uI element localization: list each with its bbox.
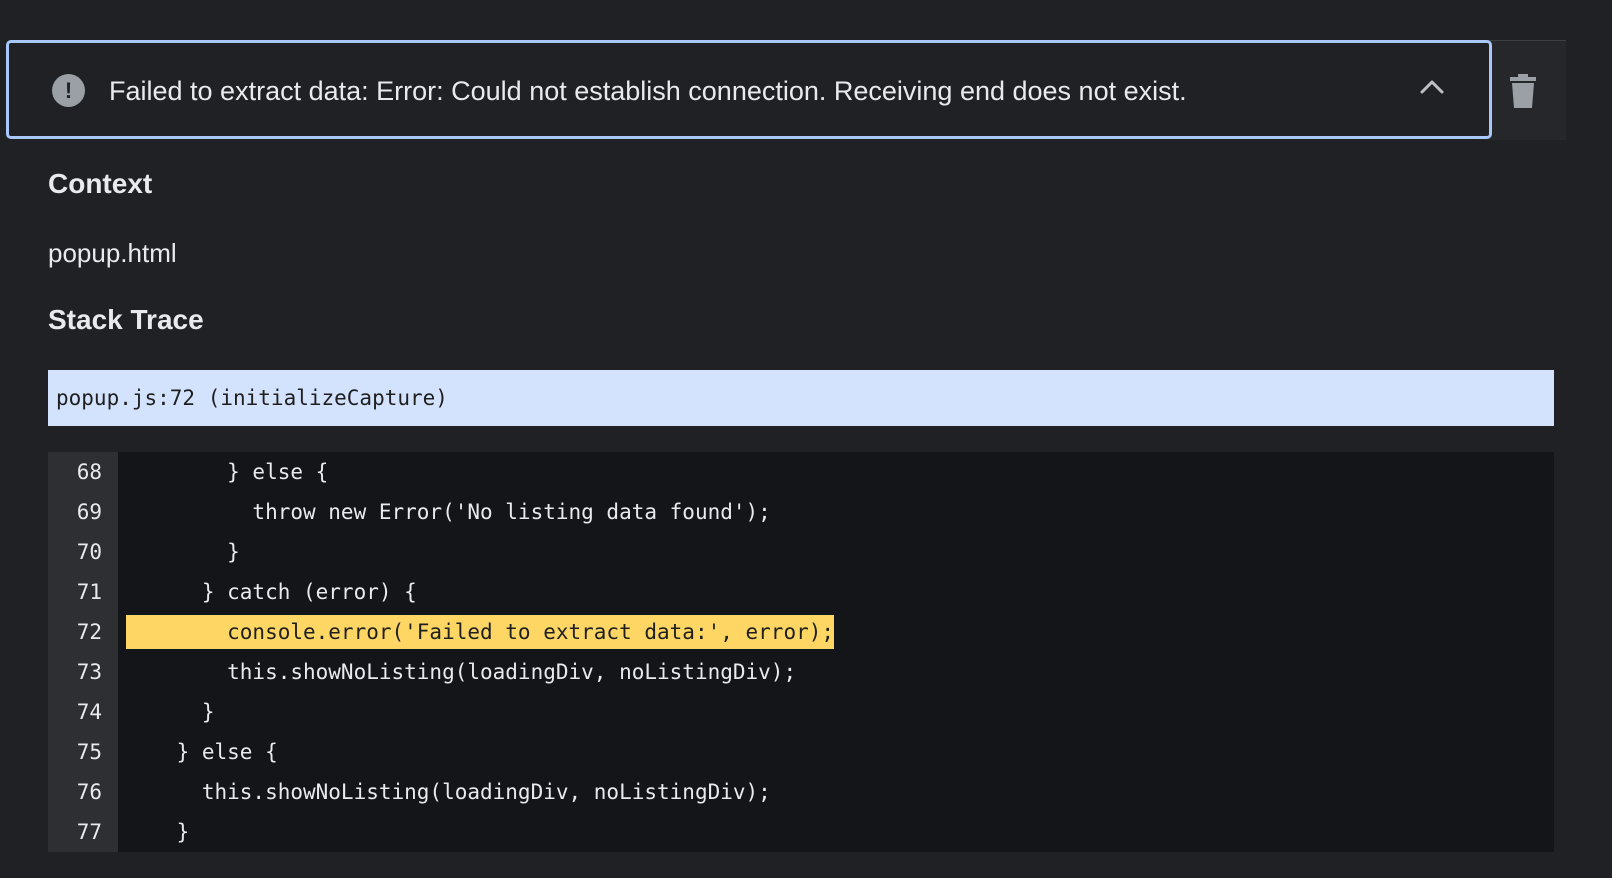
exclamation-icon: ! (52, 74, 85, 107)
context-heading: Context (48, 168, 153, 199)
line-number: 73 (76, 660, 102, 684)
code-line: 70 } (48, 532, 1554, 572)
code-text: } else { (126, 460, 329, 484)
line-number: 68 (76, 460, 102, 484)
line-number: 71 (76, 580, 102, 604)
code-line: 76 this.showNoListing(loadingDiv, noList… (48, 772, 1554, 812)
trash-icon[interactable] (1510, 74, 1536, 108)
code-text: this.showNoListing(loadingDiv, noListing… (126, 780, 771, 804)
context-value: popup.html (48, 238, 177, 268)
line-number: 75 (76, 740, 102, 764)
code-line: 73 this.showNoListing(loadingDiv, noList… (48, 652, 1554, 692)
line-number: 77 (76, 820, 102, 844)
stack-frame[interactable]: popup.js:72 (initializeCapture) (48, 370, 1554, 426)
code-line: 77 } (48, 812, 1554, 852)
line-number: 72 (76, 620, 102, 644)
code-text: } catch (error) { (126, 580, 417, 604)
error-row: ! Failed to extract data: Error: Could n… (0, 40, 1566, 140)
code-line: 69 throw new Error('No listing data foun… (48, 492, 1554, 532)
code-text: } else { (126, 740, 278, 764)
code-line: 74 } (48, 692, 1554, 732)
error-details-page: ! Failed to extract data: Error: Could n… (0, 0, 1612, 878)
code-text: throw new Error('No listing data found')… (126, 500, 771, 524)
error-header[interactable]: ! Failed to extract data: Error: Could n… (6, 40, 1492, 139)
code-text: } (126, 820, 190, 844)
code-text: } (126, 540, 240, 564)
highlighted-code-text: console.error('Failed to extract data:',… (126, 615, 835, 649)
code-line: 75 } else { (48, 732, 1554, 772)
line-number: 70 (76, 540, 102, 564)
code-line: 68 } else { (48, 452, 1554, 492)
chevron-up-icon[interactable] (1419, 79, 1445, 95)
error-message: Failed to extract data: Error: Could not… (109, 76, 1187, 106)
line-number: 74 (76, 700, 102, 724)
code-text: this.showNoListing(loadingDiv, noListing… (126, 660, 797, 684)
line-number: 69 (76, 500, 102, 524)
line-number: 76 (76, 780, 102, 804)
code-line: 71 } catch (error) { (48, 572, 1554, 612)
stack-trace-heading: Stack Trace (48, 304, 204, 335)
code-viewer: 68 } else { 69 throw new Error('No listi… (48, 452, 1554, 852)
code-text: } (126, 700, 215, 724)
code-line-highlighted: 72 console.error('Failed to extract data… (48, 612, 1554, 652)
